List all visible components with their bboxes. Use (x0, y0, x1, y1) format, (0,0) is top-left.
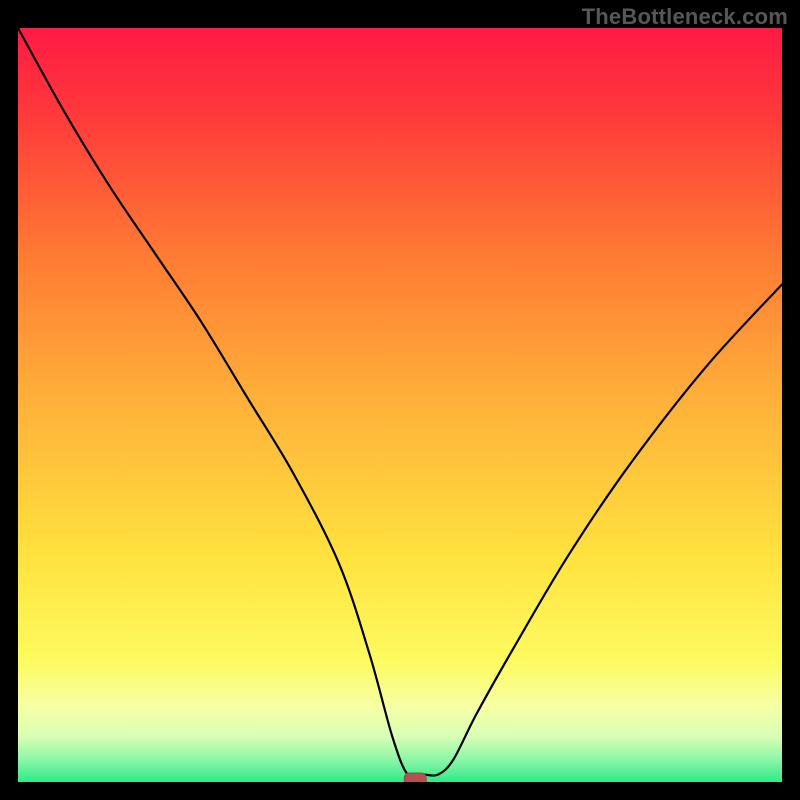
gradient-background (18, 28, 782, 782)
plot-area (18, 28, 782, 782)
watermark-text: TheBottleneck.com (582, 4, 788, 30)
minimum-marker (404, 773, 426, 782)
chart-frame: TheBottleneck.com (0, 0, 800, 800)
chart-svg (18, 28, 782, 782)
